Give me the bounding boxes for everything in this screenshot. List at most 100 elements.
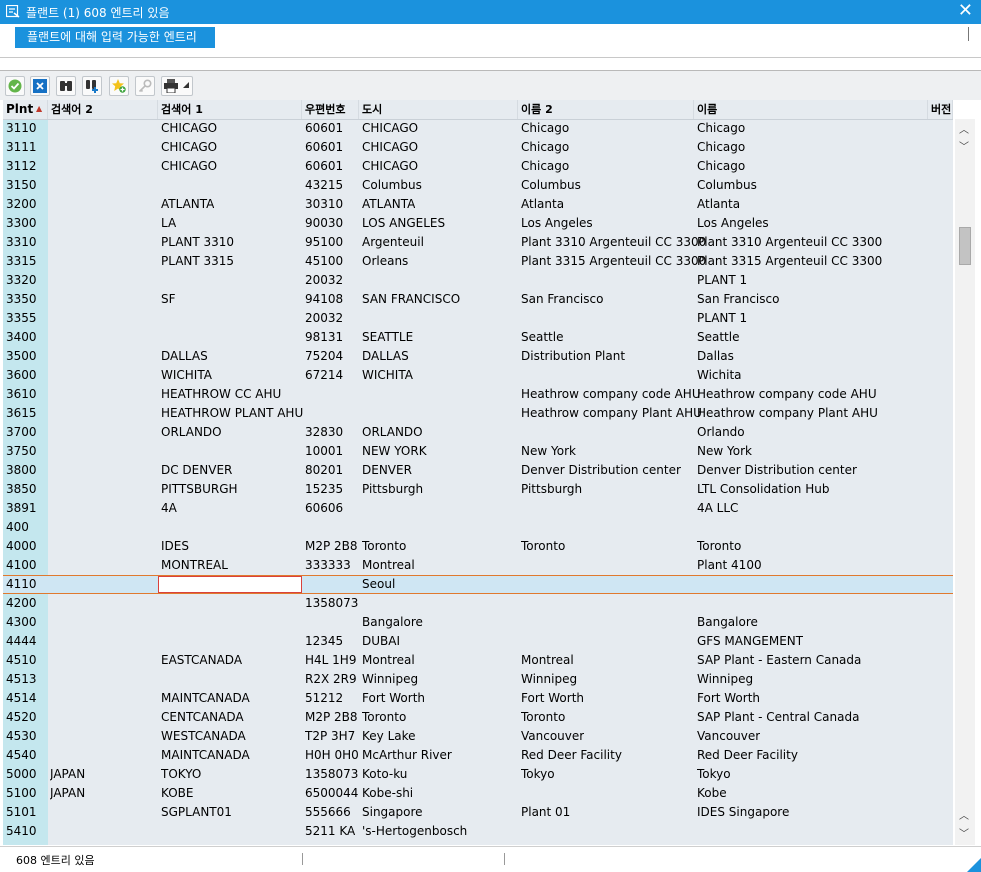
cell-postal[interactable]: 10001 (305, 442, 343, 461)
cell-search1[interactable]: HEATHROW CC AHU (161, 385, 281, 404)
table-row[interactable]: 3111 CHICAGO 60601 CHICAGO Chicago Chicago (3, 138, 953, 157)
column-header-plnt[interactable]: Plnt ▲ (3, 100, 48, 119)
table-row[interactable]: 4530 WESTCANADA T2P 3H7 Key Lake Vancouver Va… (3, 727, 953, 746)
cell-postal[interactable]: 67214 (305, 366, 343, 385)
cell-plnt[interactable]: 4540 (6, 746, 37, 765)
cell-city[interactable]: ATLANTA (362, 195, 415, 214)
table-row[interactable]: 3315 PLANT 3315 45100 Orleans Plant 3315 Arg… (3, 252, 953, 271)
cell-city[interactable]: CHICAGO (362, 157, 418, 176)
vertical-scrollbar[interactable]: ︿ ﹀ ︿ ﹀ (955, 119, 975, 845)
cell-postal[interactable]: 15235 (305, 480, 343, 499)
table-row[interactable]: 3610 HEATHROW CC AHU Heathrow company code… (3, 385, 953, 404)
cell-plnt[interactable]: 4200 (6, 594, 37, 613)
table-row[interactable]: 3300 LA 90030 LOS ANGELES Los Angeles Los Ang… (3, 214, 953, 233)
page-down-icon[interactable]: ﹀ (959, 825, 969, 840)
cell-name2[interactable]: Chicago (521, 138, 569, 157)
cell-search1[interactable]: HEATHROW PLANT AHU (161, 404, 303, 423)
cell-postal[interactable]: 20032 (305, 271, 343, 290)
cell-name[interactable]: GFS MANGEMENT (697, 632, 803, 651)
cell-name[interactable]: Kobe (697, 784, 727, 803)
cell-postal[interactable]: 80201 (305, 461, 343, 480)
cell-name[interactable]: Red Deer Facility (697, 746, 798, 765)
cell-postal[interactable]: 5211 KA (305, 822, 355, 841)
column-header-city[interactable]: 도시 (359, 100, 518, 119)
table-row[interactable]: 5101 SGPLANT01 555666 Singapore Plant 01 IDES… (3, 803, 953, 822)
cell-postal[interactable]: 32830 (305, 423, 343, 442)
scroll-down-icon[interactable]: ﹀ (959, 138, 969, 153)
cell-plnt[interactable]: 3615 (6, 404, 37, 423)
cell-search1[interactable]: PLANT 3315 (161, 252, 234, 271)
cell-plnt[interactable]: 3610 (6, 385, 37, 404)
table-row[interactable]: 3200 ATLANTA 30310 ATLANTA Atlanta Atlanta (3, 195, 953, 214)
scroll-up-icon[interactable]: ︿ (959, 121, 969, 136)
cell-search1[interactable]: PLANT 3310 (161, 233, 234, 252)
cell-search1[interactable]: MONTREAL (161, 556, 228, 575)
cell-name[interactable]: Seattle (697, 328, 739, 347)
cell-city[interactable]: Argenteuil (362, 233, 424, 252)
cell-postal[interactable]: 1358073 (305, 594, 358, 613)
table-row[interactable]: 3500 DALLAS 75204 DALLAS Distribution Plant D… (3, 347, 953, 366)
cell-name[interactable]: PLANT 1 (697, 271, 747, 290)
table-row[interactable]: 3150 43215 Columbus Columbus Columbus (3, 176, 953, 195)
cell-postal[interactable]: 60601 (305, 119, 343, 138)
cell-plnt[interactable]: 3112 (6, 157, 37, 176)
cell-plnt[interactable]: 3300 (6, 214, 37, 233)
cell-postal[interactable]: 60606 (305, 499, 343, 518)
table-row[interactable]: 4520 CENTCANADA M2P 2B8 Toronto Toronto SAP P… (3, 708, 953, 727)
cell-name2[interactable]: Denver Distribution center (521, 461, 681, 480)
cell-search1[interactable]: CENTCANADA (161, 708, 244, 727)
cell-name[interactable]: New York (697, 442, 752, 461)
cell-city[interactable]: DENVER (362, 461, 412, 480)
cell-name[interactable]: Vancouver (697, 727, 760, 746)
cell-name[interactable]: Winnipeg (697, 670, 753, 689)
cell-city[interactable]: Montreal (362, 556, 415, 575)
column-header-name2[interactable]: 이름 2 (518, 100, 694, 119)
cell-plnt[interactable]: 3310 (6, 233, 37, 252)
table-row[interactable]: 4110 Seoul (3, 575, 953, 594)
cell-name[interactable]: Bangalore (697, 613, 758, 632)
cell-plnt[interactable]: 3800 (6, 461, 37, 480)
cell-name2[interactable]: Tokyo (521, 765, 555, 784)
cell-name[interactable]: Plant 4100 (697, 556, 762, 575)
cell-plnt[interactable]: 4520 (6, 708, 37, 727)
cell-plnt[interactable]: 3750 (6, 442, 37, 461)
cell-name2[interactable]: Atlanta (521, 195, 564, 214)
column-header-search2[interactable]: 검색어 2 (48, 100, 158, 119)
table-row[interactable]: 3355 20032 PLANT 1 (3, 309, 953, 328)
cell-plnt[interactable]: 4510 (6, 651, 37, 670)
table-row[interactable]: 4200 1358073 (3, 594, 953, 613)
cell-plnt[interactable]: 3500 (6, 347, 37, 366)
cell-name2[interactable]: Vancouver (521, 727, 584, 746)
new-entry-button[interactable] (109, 76, 129, 96)
cell-search1[interactable]: CHICAGO (161, 119, 217, 138)
table-row[interactable]: 4540 MAINTCANADA H0H 0H0 McArthur River Red … (3, 746, 953, 765)
cell-plnt[interactable]: 4513 (6, 670, 37, 689)
table-row[interactable]: 3891 4A 60606 4A LLC (3, 499, 953, 518)
cell-postal[interactable]: 90030 (305, 214, 343, 233)
cell-plnt[interactable]: 4514 (6, 689, 37, 708)
cell-plnt[interactable]: 3320 (6, 271, 37, 290)
cell-name2[interactable]: Toronto (521, 708, 565, 727)
cell-plnt[interactable]: 3111 (6, 138, 37, 157)
possible-entries-button[interactable]: 플랜트에 대해 입력 가능한 엔트리 (15, 27, 215, 48)
cell-city[interactable]: Fort Worth (362, 689, 425, 708)
cell-name[interactable]: Chicago (697, 119, 745, 138)
cell-name[interactable]: IDES Singapore (697, 803, 789, 822)
table-row[interactable]: 3310 PLANT 3310 95100 Argenteuil Plant 3310 … (3, 233, 953, 252)
cell-postal[interactable]: 333333 (305, 556, 351, 575)
cell-plnt[interactable]: 4110 (6, 575, 37, 594)
cell-name[interactable]: Chicago (697, 138, 745, 157)
cell-search2[interactable]: JAPAN (50, 784, 85, 803)
cell-name[interactable]: Dallas (697, 347, 734, 366)
cell-city[interactable]: Toronto (362, 708, 406, 727)
cell-postal[interactable]: 75204 (305, 347, 343, 366)
cell-name[interactable]: Plant 3310 Argenteuil CC 3300 (697, 233, 882, 252)
cell-name2[interactable]: Montreal (521, 651, 574, 670)
cell-name2[interactable]: Distribution Plant (521, 347, 625, 366)
cell-plnt[interactable]: 3850 (6, 480, 37, 499)
resize-grip-icon[interactable] (967, 858, 981, 872)
find-button[interactable] (56, 76, 76, 96)
table-row[interactable]: 3800 DC DENVER 80201 DENVER Denver Distribut… (3, 461, 953, 480)
cell-city[interactable]: LOS ANGELES (362, 214, 445, 233)
cell-search2[interactable]: JAPAN (50, 765, 85, 784)
